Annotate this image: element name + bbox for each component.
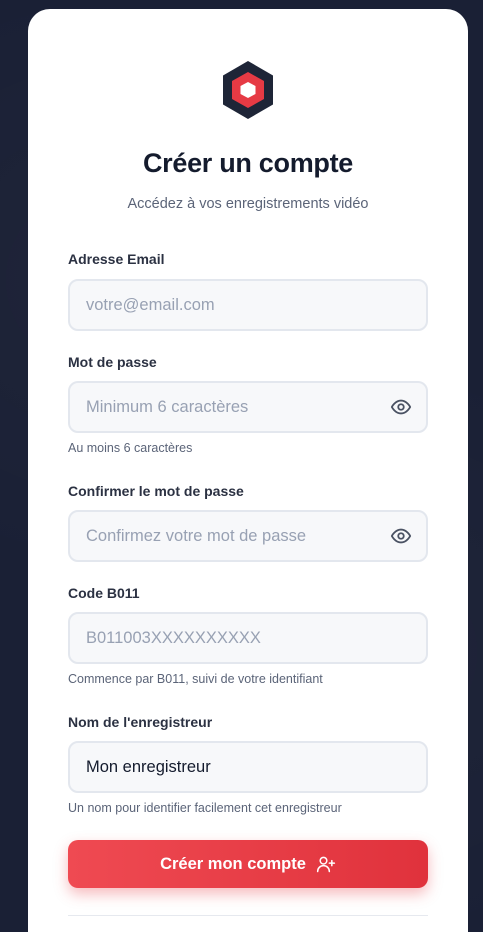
email-label: Adresse Email bbox=[68, 251, 165, 267]
password-label: Mot de passe bbox=[68, 354, 157, 370]
recorder-name-hint: Un nom pour identifier facilement cet en… bbox=[68, 801, 342, 815]
user-plus-icon bbox=[316, 856, 335, 873]
confirm-password-label: Confirmer le mot de passe bbox=[68, 483, 244, 499]
recorder-name-field-wrapper bbox=[68, 741, 428, 793]
hexagon-logo-icon bbox=[223, 61, 273, 119]
code-hint: Commence par B011, suivi de votre identi… bbox=[68, 672, 323, 686]
eye-icon[interactable] bbox=[390, 396, 412, 418]
create-account-button[interactable]: Créer mon compte bbox=[68, 840, 428, 888]
code-field-wrapper bbox=[68, 612, 428, 664]
create-account-button-label: Créer mon compte bbox=[160, 854, 306, 873]
recorder-name-label: Nom de l'enregistreur bbox=[68, 714, 213, 730]
password-hint: Au moins 6 caractères bbox=[68, 441, 193, 455]
signup-card: Créer un compte Accédez à vos enregistre… bbox=[28, 9, 468, 932]
confirm-password-field[interactable] bbox=[86, 512, 376, 560]
password-field[interactable] bbox=[86, 383, 376, 431]
recorder-name-field[interactable] bbox=[86, 743, 376, 791]
email-field[interactable] bbox=[86, 281, 376, 329]
divider bbox=[68, 915, 428, 916]
eye-icon[interactable] bbox=[390, 525, 412, 547]
email-field-wrapper bbox=[68, 279, 428, 331]
page-subtitle: Accédez à vos enregistrements vidéo bbox=[127, 196, 369, 212]
page-title: Créer un compte bbox=[142, 148, 354, 178]
confirm-password-field-wrapper bbox=[68, 510, 428, 562]
password-field-wrapper bbox=[68, 381, 428, 433]
code-field[interactable] bbox=[86, 614, 376, 662]
code-label: Code B011 bbox=[68, 585, 140, 601]
